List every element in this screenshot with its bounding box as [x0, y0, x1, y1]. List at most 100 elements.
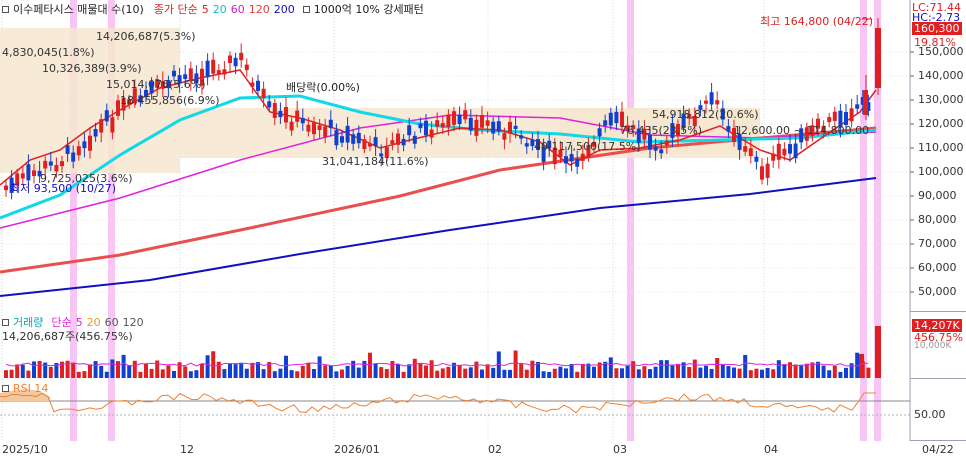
volume-bar: [306, 362, 311, 378]
ma-label[interactable]: 종가 단순: [154, 1, 198, 17]
candle-body: [205, 60, 210, 78]
volume-bar: [692, 359, 697, 378]
price-chart[interactable]: [0, 0, 966, 312]
candle-body: [48, 161, 53, 166]
candle-body: [664, 140, 669, 146]
volume-bar: [670, 364, 675, 378]
volume-bar: [328, 365, 333, 378]
volume-bar: [737, 368, 742, 378]
volume-bar: [99, 365, 104, 378]
volume-bar: [474, 361, 479, 378]
volume-bar: [664, 360, 669, 378]
candle-body: [832, 111, 837, 121]
volume-axis-value: 10,000K: [914, 341, 952, 351]
highlight-band: [860, 0, 867, 312]
ma-period-20[interactable]: 20: [213, 3, 227, 16]
candle-body: [457, 114, 462, 125]
volume-pane[interactable]: 거래량 단순 5 20 60 120 14,206,687주(456.75%) …: [0, 312, 966, 379]
collapse-icon[interactable]: [2, 384, 9, 392]
candle-body: [76, 146, 81, 156]
volume-ma-20[interactable]: 20: [87, 316, 101, 329]
volume-bar: [424, 365, 428, 378]
volume-bar: [104, 371, 109, 378]
volume-bar: [412, 358, 417, 378]
volume-bar: [866, 367, 871, 378]
volume-bar: [379, 367, 384, 378]
ma-period-5[interactable]: 5: [202, 3, 209, 16]
volume-bar: [312, 369, 316, 378]
rsi-title[interactable]: RSI 14: [13, 382, 48, 395]
price-pane[interactable]: 이수페타시스 매물대 수(10) 종가 단순 5 20 60 120 200 1…: [0, 0, 966, 312]
candle-body: [32, 170, 36, 177]
volume-bar: [82, 371, 87, 378]
volume-bar: [547, 371, 552, 378]
candle-body: [172, 70, 176, 77]
zone-label: 18,455,856(6.9%): [120, 94, 220, 107]
ma-period-120[interactable]: 120: [249, 3, 270, 16]
volume-bar: [457, 365, 462, 378]
volume-bar: [300, 365, 305, 378]
candle-body: [463, 110, 468, 120]
volume-chart[interactable]: [0, 312, 966, 379]
candle-body: [390, 140, 395, 145]
candle-body: [508, 121, 512, 134]
candle-body: [827, 117, 832, 123]
zone-label: 12,600.00 ~ 114,800.00: [734, 124, 870, 137]
volume-bar: [211, 351, 216, 378]
collapse-icon[interactable]: [2, 318, 9, 326]
candle-body: [424, 120, 428, 136]
volume-ma-5[interactable]: 5: [76, 316, 83, 329]
price-header: 이수페타시스 매물대 수(10) 종가 단순 5 20 60 120 200 1…: [2, 2, 424, 16]
volume-bar: [418, 363, 423, 378]
candle-body: [216, 70, 221, 74]
rsi-chart[interactable]: [0, 379, 966, 441]
candle-body: [726, 126, 731, 132]
volume-bar: [177, 362, 182, 378]
candle-body: [485, 120, 490, 126]
candle-body: [793, 143, 798, 159]
volume-bar: [631, 361, 636, 378]
candle-body: [312, 122, 316, 135]
candle-body: [875, 28, 881, 88]
ma-period-60[interactable]: 60: [231, 3, 245, 16]
candle-body: [211, 59, 216, 74]
rsi-pane[interactable]: RSI 14 50.00: [0, 379, 966, 441]
volume-bar: [625, 365, 630, 378]
collapse-icon[interactable]: [2, 5, 9, 13]
candle-body: [496, 121, 501, 132]
price-tick: 120,000: [918, 117, 964, 130]
volume-bar: [636, 369, 641, 378]
x-axis[interactable]: 2025/10 12 2026/01 02 03 04 04/22: [0, 441, 966, 458]
price-tick: 60,000: [918, 261, 957, 274]
candle-body: [43, 160, 48, 169]
volume-bar: [580, 363, 585, 378]
candle-body: [849, 108, 854, 122]
candle-body: [575, 158, 580, 167]
candle-body: [412, 135, 417, 144]
volume-bar: [200, 363, 204, 378]
price-tick: 70,000: [918, 237, 957, 250]
highlight-band: [874, 379, 881, 441]
volume-bar: [659, 360, 664, 378]
x-label: 03: [613, 443, 627, 456]
volume-bar: [564, 368, 568, 378]
stock-name[interactable]: 이수페타시스 매물대 수(10): [13, 1, 144, 17]
ma-period-200[interactable]: 200: [274, 3, 295, 16]
x-label: 04: [764, 443, 778, 456]
candle-body: [776, 143, 781, 160]
volume-bar: [558, 366, 563, 378]
candle-body: [855, 104, 860, 109]
volume-bar: [239, 362, 244, 378]
volume-bar: [687, 366, 692, 378]
zone-label: 54,918,812(20.6%): [652, 108, 759, 121]
volume-ma-120[interactable]: 120: [123, 316, 144, 329]
volume-bar: [244, 368, 249, 378]
volume-bar: [160, 369, 165, 378]
candle-body: [771, 153, 776, 161]
volume-bar: [704, 365, 708, 378]
volume-zone-label[interactable]: 1000억 10% 강세패턴: [314, 1, 424, 17]
volume-ma-60[interactable]: 60: [105, 316, 119, 329]
candle-body: [20, 173, 25, 179]
volume-bar: [524, 369, 529, 378]
volume-bar: [71, 362, 76, 378]
